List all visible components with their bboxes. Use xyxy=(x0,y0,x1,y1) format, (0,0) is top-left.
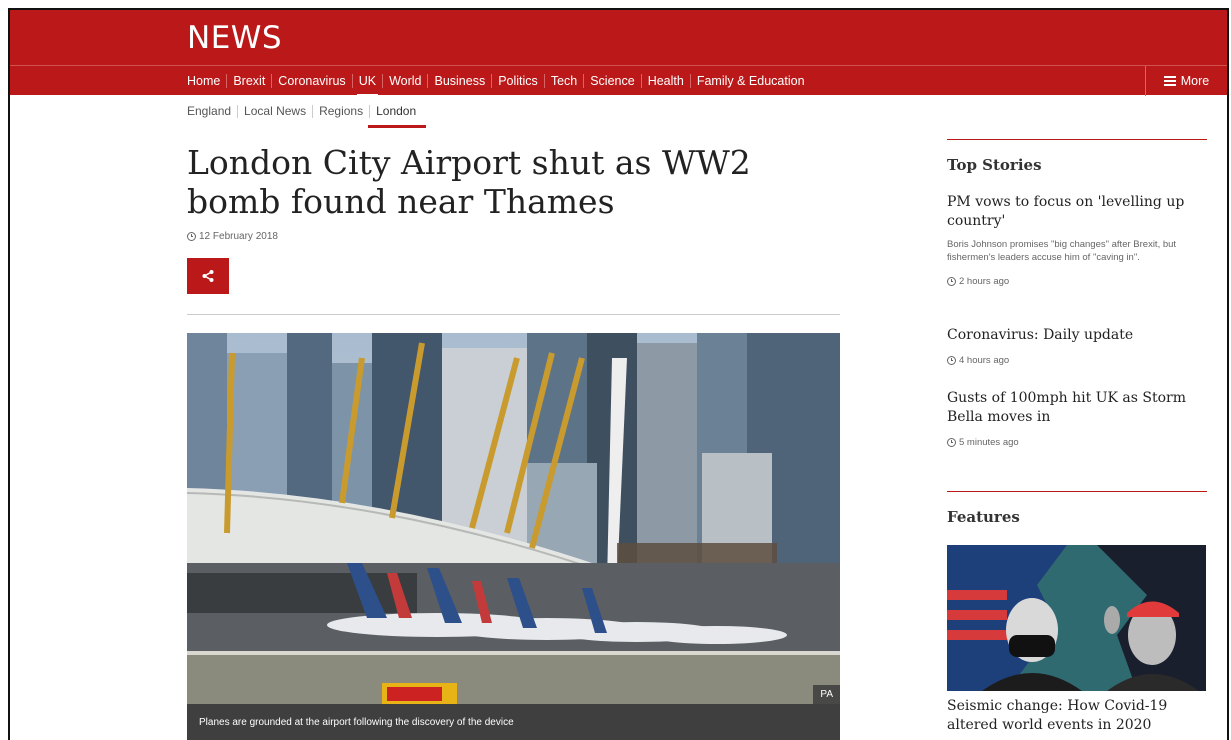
more-label: More xyxy=(1180,74,1210,88)
story-time: 4 hours ago xyxy=(947,355,1197,366)
features-heading: Features xyxy=(947,508,1020,526)
subnav-item-local-news[interactable]: Local News xyxy=(237,104,312,118)
primary-nav: Home Brexit Coronavirus UK World Busines… xyxy=(10,65,1227,97)
story-time: 5 minutes ago xyxy=(947,437,1197,448)
nav-item-coronavirus[interactable]: Coronavirus xyxy=(271,74,351,88)
feature-image[interactable] xyxy=(947,545,1206,691)
hamburger-icon xyxy=(1163,76,1176,86)
story-title[interactable]: Coronavirus: Daily update xyxy=(947,326,1197,345)
image-caption: Planes are grounded at the airport follo… xyxy=(187,704,840,740)
story-time: 2 hours ago xyxy=(947,276,1197,287)
clock-icon xyxy=(187,232,196,241)
story-summary: Boris Johnson promises "big changes" aft… xyxy=(947,239,1177,263)
nav-item-world[interactable]: World xyxy=(382,74,427,88)
nav-item-home[interactable]: Home xyxy=(187,74,226,88)
story-title[interactable]: Gusts of 100mph hit UK as Storm Bella mo… xyxy=(947,389,1197,427)
nav-item-uk[interactable]: UK xyxy=(351,74,382,97)
top-story-1[interactable]: PM vows to focus on 'levelling up countr… xyxy=(947,193,1197,287)
nav-item-politics[interactable]: Politics xyxy=(491,74,544,88)
subnav-item-london[interactable]: London xyxy=(368,104,427,128)
story-time-text: 4 hours ago xyxy=(959,355,1010,366)
secondary-nav: England Local News Regions London xyxy=(187,100,427,128)
clock-icon xyxy=(947,277,956,286)
article-headline: London City Airport shut as WW2 bomb fou… xyxy=(187,143,751,221)
nav-item-science[interactable]: Science xyxy=(583,74,640,88)
nav-item-health[interactable]: Health xyxy=(640,74,690,88)
share-icon xyxy=(202,270,214,282)
browser-viewport: NEWS Home Brexit Coronavirus UK World Bu… xyxy=(8,8,1229,740)
clock-icon xyxy=(947,438,956,447)
story-title[interactable]: PM vows to focus on 'levelling up countr… xyxy=(947,193,1197,231)
masthead: NEWS xyxy=(10,10,1227,65)
primary-nav-items: Home Brexit Coronavirus UK World Busines… xyxy=(187,66,811,97)
article-hero-image: PA xyxy=(187,333,840,704)
subnav-item-england[interactable]: England xyxy=(187,104,237,118)
article-divider xyxy=(187,314,840,315)
story-time-text: 5 minutes ago xyxy=(959,437,1019,448)
top-stories-heading: Top Stories xyxy=(947,156,1042,174)
image-credit-badge: PA xyxy=(813,685,840,704)
news-logo[interactable]: NEWS xyxy=(187,20,282,56)
top-story-2[interactable]: Coronavirus: Daily update 4 hours ago xyxy=(947,326,1197,366)
article-date-text: 12 February 2018 xyxy=(199,231,278,242)
features-rule xyxy=(947,491,1207,492)
share-button[interactable] xyxy=(187,258,229,294)
top-story-3[interactable]: Gusts of 100mph hit UK as Storm Bella mo… xyxy=(947,389,1197,448)
feature-illustration xyxy=(947,545,1206,691)
subnav-item-regions[interactable]: Regions xyxy=(312,104,369,118)
nav-item-brexit[interactable]: Brexit xyxy=(226,74,271,88)
feature-title[interactable]: Seismic change: How Covid-19 altered wor… xyxy=(947,697,1202,735)
story-time-text: 2 hours ago xyxy=(959,276,1010,287)
nav-item-tech[interactable]: Tech xyxy=(543,74,583,88)
article-date: 12 February 2018 xyxy=(187,231,278,242)
more-menu-button[interactable]: More xyxy=(1145,66,1227,96)
top-stories-rule xyxy=(947,139,1207,140)
nav-item-business[interactable]: Business xyxy=(427,74,491,88)
airport-photo xyxy=(187,333,840,704)
nav-item-family-education[interactable]: Family & Education xyxy=(689,74,811,88)
clock-icon xyxy=(947,356,956,365)
